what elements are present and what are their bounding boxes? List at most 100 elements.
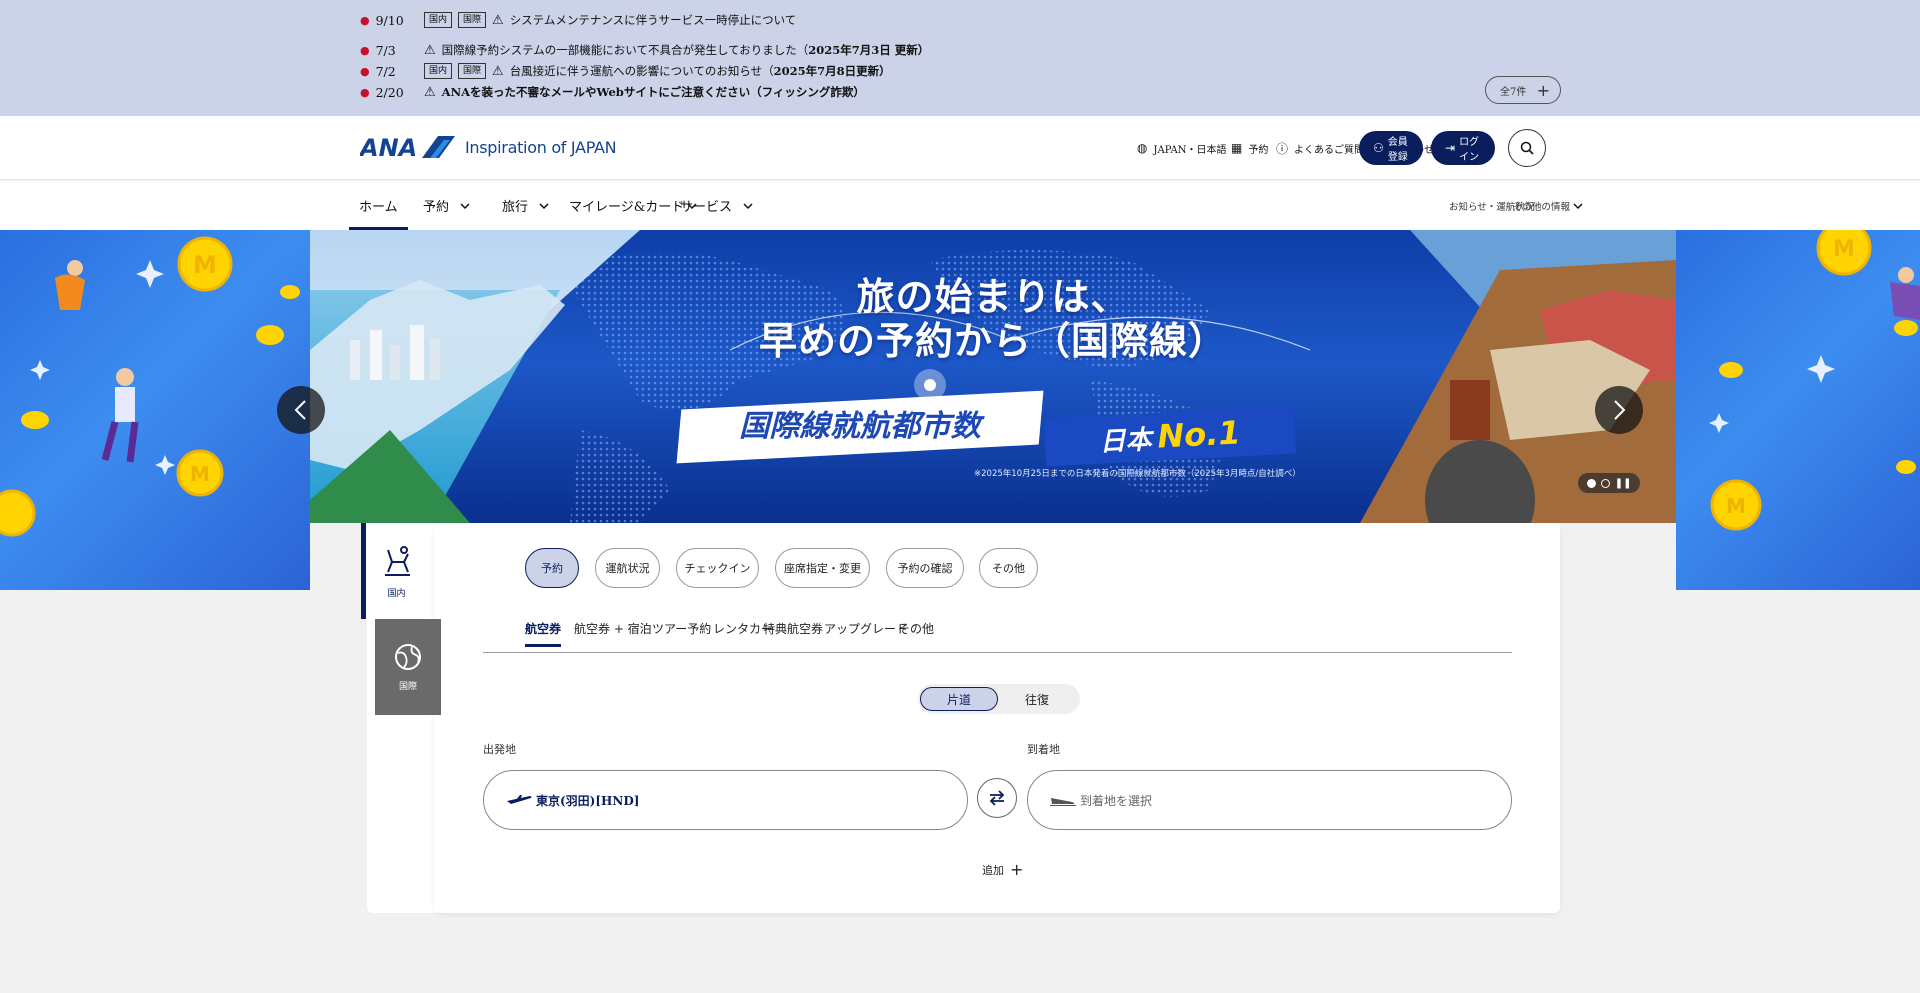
signup-label: 会員登録 — [1387, 137, 1408, 163]
chevron-down-icon — [460, 202, 470, 209]
nav-item-home[interactable]: ホーム — [349, 181, 408, 230]
svg-text:M: M — [190, 462, 210, 486]
coins-illustration: M M — [1709, 230, 1920, 531]
hero-banner: 国際線就航都市数 — [676, 390, 1044, 464]
chip-other[interactable]: その他 — [979, 548, 1038, 588]
carousel-controls: ❚❚ — [1578, 473, 1640, 493]
reservation-link[interactable]: ▦ 予約 — [1231, 116, 1268, 180]
svg-text:M: M — [1726, 494, 1746, 518]
nav-item-travel[interactable]: 旅行 — [502, 181, 550, 230]
plus-icon: + — [1010, 860, 1024, 879]
bullet-icon: ● — [360, 13, 370, 27]
nav-item-booking[interactable]: 予約 — [423, 181, 471, 230]
plane-departure-icon — [507, 795, 532, 804]
add-leg-button[interactable]: 追加 + — [982, 860, 1023, 879]
subtab-upgrade[interactable]: アップグレード — [824, 620, 908, 654]
notice-item[interactable]: ● 7/3 ⚠ 国際線予約システムの一部機能において不具合が発生しておりました（2… — [360, 40, 929, 60]
notice-more-button[interactable]: 全7件 + — [1485, 76, 1561, 104]
signup-button[interactable]: ⚇ 会員登録 — [1359, 131, 1423, 165]
booking-tab-domestic[interactable]: 国内 — [361, 523, 427, 619]
hero-right-backdrop: M M — [1676, 230, 1920, 590]
hero-slide[interactable]: 旅の始まりは、 早めの予約から（国際線） 国際線就航都市数 日本 No.1 ※20… — [310, 230, 1676, 523]
warning-icon: ⚠ — [492, 63, 504, 79]
from-value: 東京(羽田)[HND] — [536, 793, 640, 808]
chip-booking[interactable]: 予約 — [525, 548, 579, 588]
chip-checkin[interactable]: チェックイン — [676, 548, 759, 588]
notice-item[interactable]: ● 2/20 ⚠ ANAを装った不審なメールやWebサイトにご注意ください（フィッ… — [360, 82, 865, 102]
nav-item-mileage[interactable]: マイレージ&カード — [569, 181, 698, 230]
subtab-ticket-hotel[interactable]: 航空券 + 宿泊 — [574, 620, 652, 654]
chip-flight-status[interactable]: 運航状況 — [595, 548, 660, 588]
ana-logo-icon: ANA — [360, 134, 455, 160]
trip-oneway-option[interactable]: 片道 — [920, 687, 998, 711]
to-label: 到着地 — [1027, 743, 1060, 756]
nav-item-label: 予約 — [423, 200, 450, 215]
login-label: ログイン — [1459, 137, 1480, 163]
chevron-down-icon — [539, 202, 549, 209]
chip-confirm[interactable]: 予約の確認 — [886, 548, 964, 588]
chevron-down-icon — [743, 202, 753, 209]
notice-text[interactable]: システムメンテナンスに伴うサービス一時停止について — [510, 12, 797, 28]
from-label: 出発地 — [483, 743, 516, 756]
chevron-down-icon — [1573, 202, 1583, 209]
login-button[interactable]: ⇥ ログイン — [1431, 131, 1495, 165]
carousel-dot[interactable] — [1586, 478, 1596, 488]
carousel-dot[interactable] — [1600, 478, 1610, 488]
bullet-icon: ● — [360, 43, 370, 57]
booking-tab-label: 国内 — [387, 588, 406, 599]
subtab-ticket[interactable]: 航空券 — [525, 620, 562, 654]
nav-item-label: 旅行 — [502, 200, 529, 215]
globe-icon: ◍ — [1137, 141, 1148, 155]
notice-item[interactable]: ● 7/2 国内 国際 ⚠ 台風接近に伴う運航への影響についてのお知らせ（2025… — [360, 61, 891, 81]
ana-logo[interactable]: ANA Inspiration of JAPAN — [360, 134, 617, 160]
notice-date: 7/3 — [375, 42, 396, 58]
search-icon — [1520, 141, 1534, 155]
nav-item-label: マイレージ&カード — [569, 200, 685, 215]
seat-icon — [384, 545, 410, 576]
chevron-right-icon — [1614, 400, 1626, 420]
to-field[interactable]: 到着地を選択 — [1027, 770, 1512, 830]
notice-item[interactable]: ● 9/10 国内 国際 ⚠ システムメンテナンスに伴うサービス一時停止について — [360, 10, 796, 30]
chip-seat[interactable]: 座席指定・変更 — [775, 548, 870, 588]
user-icon: ⚇ — [1373, 141, 1384, 155]
subtab-tour[interactable]: ツアー予約 — [652, 620, 711, 654]
search-button[interactable] — [1508, 129, 1546, 167]
notice-text[interactable]: 国際線予約システムの一部機能において不具合が発生しておりました（2025年7月3… — [442, 42, 930, 58]
notice-band: ● 9/10 国内 国際 ⚠ システムメンテナンスに伴うサービス一時停止について … — [0, 0, 1920, 116]
reservation-label: 予約 — [1248, 144, 1269, 156]
booking-tab-label: 国際 — [398, 681, 417, 692]
hero-title-line2: 早めの予約から（国際線） — [758, 319, 1227, 363]
nav-more-label: その他の情報 — [1513, 201, 1571, 213]
subtab-more[interactable]: その他 — [898, 620, 934, 654]
chevron-left-icon — [294, 400, 306, 420]
notice-tag: 国内 — [424, 12, 453, 28]
svg-text:ANA: ANA — [360, 134, 417, 160]
language-selector[interactable]: ◍ JAPAN・日本語 — [1137, 116, 1227, 180]
globe-icon — [395, 643, 421, 670]
swap-airports-button[interactable] — [977, 778, 1017, 818]
notice-text[interactable]: ANAを装った不審なメールやWebサイトにご注意ください（フィッシング詐欺） — [442, 84, 865, 100]
trip-roundtrip-option[interactable]: 往復 — [998, 687, 1076, 711]
global-nav: ホーム 予約 旅行 マイレージ&カード サービス お知らせ・運航状況 その他の情… — [0, 181, 1920, 230]
from-field[interactable]: 東京(羽田)[HND] — [483, 770, 968, 830]
subtab-award[interactable]: 特典航空券 — [763, 620, 823, 654]
warning-icon: ⚠ — [424, 42, 436, 58]
login-icon: ⇥ — [1445, 141, 1456, 155]
warning-icon: ⚠ — [492, 12, 504, 28]
carousel-prev-button[interactable] — [277, 386, 325, 434]
notice-tag: 国内 — [424, 63, 453, 79]
booking-tab-international[interactable]: 国際 — [375, 619, 441, 715]
coins-illustration: M M — [0, 236, 300, 537]
bullet-icon: ● — [360, 64, 370, 78]
add-leg-label: 追加 — [982, 863, 1004, 877]
bullet-icon: ● — [360, 85, 370, 99]
svg-text:M: M — [1833, 237, 1855, 262]
carousel-next-button[interactable] — [1595, 386, 1643, 434]
pause-icon[interactable]: ❚❚ — [1615, 478, 1632, 489]
nav-more-menu[interactable]: その他の情報 — [1513, 181, 1584, 230]
swap-icon — [989, 790, 1005, 806]
notice-date: 2/20 — [375, 84, 404, 100]
nav-item-service[interactable]: サービス — [680, 181, 754, 230]
hero-footnote: ※2025年10月25日までの日本発着の国際線就航都市数（2025年3月時点/自… — [974, 469, 1301, 479]
notice-text[interactable]: 台風接近に伴う運航への影響についてのお知らせ（2025年7月8日更新） — [510, 63, 891, 79]
